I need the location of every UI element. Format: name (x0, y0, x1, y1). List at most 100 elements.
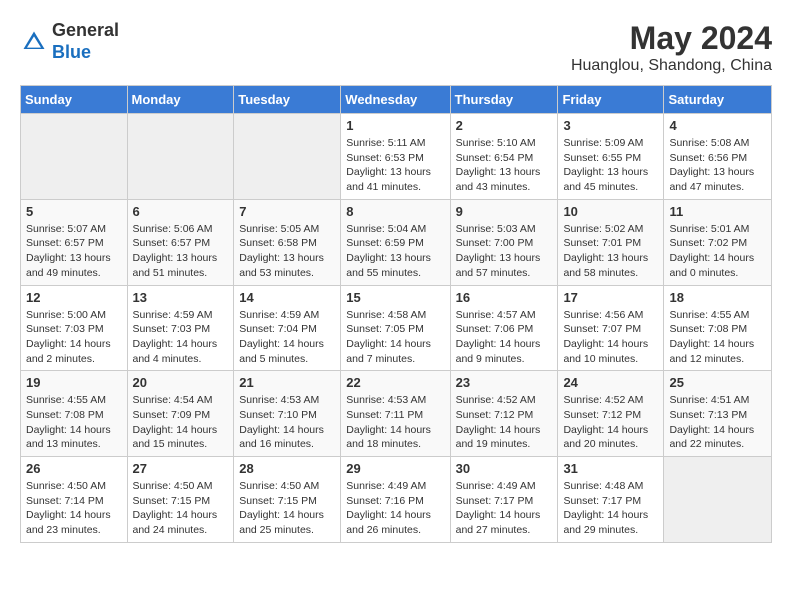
day-number: 2 (456, 118, 553, 133)
day-number: 22 (346, 375, 444, 390)
day-info: Sunrise: 4:53 AM Sunset: 7:11 PM Dayligh… (346, 393, 444, 452)
calendar-cell: 7 Sunrise: 5:05 AM Sunset: 6:58 PM Daylig… (234, 199, 341, 285)
day-info: Sunrise: 4:53 AM Sunset: 7:10 PM Dayligh… (239, 393, 335, 452)
day-number: 1 (346, 118, 444, 133)
logo-icon (20, 28, 48, 56)
day-info: Sunrise: 5:06 AM Sunset: 6:57 PM Dayligh… (133, 222, 229, 281)
calendar-cell: 1Sunrise: 5:11 AM Sunset: 6:53 PM Daylig… (341, 114, 450, 200)
calendar-table: SundayMondayTuesdayWednesdayThursdayFrid… (20, 85, 772, 543)
weekday-header-saturday: Saturday (664, 86, 772, 114)
calendar-cell: 14 Sunrise: 4:59 AM Sunset: 7:04 PM Dayli… (234, 285, 341, 371)
month-year: May 2024 (571, 20, 772, 57)
day-info: Sunrise: 5:08 AM Sunset: 6:56 PM Dayligh… (669, 136, 766, 195)
weekday-header-tuesday: Tuesday (234, 86, 341, 114)
calendar-cell: 19Sunrise: 4:55 AM Sunset: 7:08 PM Dayli… (21, 371, 128, 457)
calendar-cell: 31 Sunrise: 4:48 AM Sunset: 7:17 PM Dayli… (558, 457, 664, 543)
day-number: 9 (456, 204, 553, 219)
day-info: Sunrise: 5:05 AM Sunset: 6:58 PM Dayligh… (239, 222, 335, 281)
calendar-cell: 23 Sunrise: 4:52 AM Sunset: 7:12 PM Dayli… (450, 371, 558, 457)
logo-general-text: General (52, 20, 119, 40)
day-number: 19 (26, 375, 122, 390)
day-number: 20 (133, 375, 229, 390)
calendar-cell: 26 Sunrise: 4:50 AM Sunset: 7:14 PM Dayli… (21, 457, 128, 543)
calendar-header-row: SundayMondayTuesdayWednesdayThursdayFrid… (21, 86, 772, 114)
calendar-cell (127, 114, 234, 200)
day-number: 5 (26, 204, 122, 219)
calendar-cell: 29Sunrise: 4:49 AM Sunset: 7:16 PM Dayli… (341, 457, 450, 543)
calendar-cell: 9 Sunrise: 5:03 AM Sunset: 7:00 PM Daylig… (450, 199, 558, 285)
day-info: Sunrise: 4:49 AM Sunset: 7:17 PM Dayligh… (456, 479, 553, 538)
day-info: Sunrise: 4:51 AM Sunset: 7:13 PM Dayligh… (669, 393, 766, 452)
day-info: Sunrise: 5:02 AM Sunset: 7:01 PM Dayligh… (563, 222, 658, 281)
calendar-cell: 18 Sunrise: 4:55 AM Sunset: 7:08 PM Dayli… (664, 285, 772, 371)
calendar-cell: 27 Sunrise: 4:50 AM Sunset: 7:15 PM Dayli… (127, 457, 234, 543)
day-number: 30 (456, 461, 553, 476)
day-info: Sunrise: 4:54 AM Sunset: 7:09 PM Dayligh… (133, 393, 229, 452)
calendar-cell: 20 Sunrise: 4:54 AM Sunset: 7:09 PM Dayli… (127, 371, 234, 457)
day-number: 15 (346, 290, 444, 305)
day-info: Sunrise: 4:52 AM Sunset: 7:12 PM Dayligh… (456, 393, 553, 452)
day-info: Sunrise: 4:49 AM Sunset: 7:16 PM Dayligh… (346, 479, 444, 538)
day-number: 31 (563, 461, 658, 476)
day-info: Sunrise: 4:59 AM Sunset: 7:04 PM Dayligh… (239, 308, 335, 367)
day-number: 17 (563, 290, 658, 305)
day-info: Sunrise: 5:04 AM Sunset: 6:59 PM Dayligh… (346, 222, 444, 281)
calendar-week-row: 5 Sunrise: 5:07 AM Sunset: 6:57 PM Daylig… (21, 199, 772, 285)
day-info: Sunrise: 4:55 AM Sunset: 7:08 PM Dayligh… (669, 308, 766, 367)
day-info: Sunrise: 5:09 AM Sunset: 6:55 PM Dayligh… (563, 136, 658, 195)
day-info: Sunrise: 5:01 AM Sunset: 7:02 PM Dayligh… (669, 222, 766, 281)
day-info: Sunrise: 5:00 AM Sunset: 7:03 PM Dayligh… (26, 308, 122, 367)
calendar-cell: 10 Sunrise: 5:02 AM Sunset: 7:01 PM Dayli… (558, 199, 664, 285)
calendar-week-row: 26 Sunrise: 4:50 AM Sunset: 7:14 PM Dayli… (21, 457, 772, 543)
day-info: Sunrise: 4:57 AM Sunset: 7:06 PM Dayligh… (456, 308, 553, 367)
calendar-cell: 13 Sunrise: 4:59 AM Sunset: 7:03 PM Dayli… (127, 285, 234, 371)
weekday-header-sunday: Sunday (21, 86, 128, 114)
calendar-week-row: 19Sunrise: 4:55 AM Sunset: 7:08 PM Dayli… (21, 371, 772, 457)
calendar-cell: 11 Sunrise: 5:01 AM Sunset: 7:02 PM Dayli… (664, 199, 772, 285)
day-number: 3 (563, 118, 658, 133)
day-number: 8 (346, 204, 444, 219)
calendar-cell: 25Sunrise: 4:51 AM Sunset: 7:13 PM Dayli… (664, 371, 772, 457)
day-number: 4 (669, 118, 766, 133)
day-number: 11 (669, 204, 766, 219)
day-info: Sunrise: 4:59 AM Sunset: 7:03 PM Dayligh… (133, 308, 229, 367)
calendar-cell: 15Sunrise: 4:58 AM Sunset: 7:05 PM Dayli… (341, 285, 450, 371)
day-number: 24 (563, 375, 658, 390)
page-header: General Blue May 2024 Huanglou, Shandong… (20, 20, 772, 75)
calendar-cell: 24 Sunrise: 4:52 AM Sunset: 7:12 PM Dayli… (558, 371, 664, 457)
day-info: Sunrise: 5:03 AM Sunset: 7:00 PM Dayligh… (456, 222, 553, 281)
day-info: Sunrise: 4:48 AM Sunset: 7:17 PM Dayligh… (563, 479, 658, 538)
day-info: Sunrise: 4:50 AM Sunset: 7:14 PM Dayligh… (26, 479, 122, 538)
logo-blue-text: Blue (52, 42, 91, 62)
day-number: 26 (26, 461, 122, 476)
calendar-cell (664, 457, 772, 543)
day-info: Sunrise: 5:10 AM Sunset: 6:54 PM Dayligh… (456, 136, 553, 195)
logo: General Blue (20, 20, 119, 63)
calendar-cell: 6 Sunrise: 5:06 AM Sunset: 6:57 PM Daylig… (127, 199, 234, 285)
day-number: 6 (133, 204, 229, 219)
title-block: May 2024 Huanglou, Shandong, China (571, 20, 772, 75)
day-number: 16 (456, 290, 553, 305)
day-info: Sunrise: 4:52 AM Sunset: 7:12 PM Dayligh… (563, 393, 658, 452)
weekday-header-monday: Monday (127, 86, 234, 114)
calendar-cell: 17 Sunrise: 4:56 AM Sunset: 7:07 PM Dayli… (558, 285, 664, 371)
day-number: 14 (239, 290, 335, 305)
day-number: 7 (239, 204, 335, 219)
calendar-week-row: 1Sunrise: 5:11 AM Sunset: 6:53 PM Daylig… (21, 114, 772, 200)
calendar-cell: 30 Sunrise: 4:49 AM Sunset: 7:17 PM Dayli… (450, 457, 558, 543)
day-number: 21 (239, 375, 335, 390)
calendar-cell: 12 Sunrise: 5:00 AM Sunset: 7:03 PM Dayli… (21, 285, 128, 371)
calendar-cell (234, 114, 341, 200)
day-info: Sunrise: 5:07 AM Sunset: 6:57 PM Dayligh… (26, 222, 122, 281)
day-number: 13 (133, 290, 229, 305)
calendar-cell: 2 Sunrise: 5:10 AM Sunset: 6:54 PM Daylig… (450, 114, 558, 200)
calendar-cell: 5 Sunrise: 5:07 AM Sunset: 6:57 PM Daylig… (21, 199, 128, 285)
day-number: 10 (563, 204, 658, 219)
day-info: Sunrise: 4:50 AM Sunset: 7:15 PM Dayligh… (133, 479, 229, 538)
day-number: 23 (456, 375, 553, 390)
day-number: 12 (26, 290, 122, 305)
day-number: 27 (133, 461, 229, 476)
day-number: 18 (669, 290, 766, 305)
day-info: Sunrise: 4:56 AM Sunset: 7:07 PM Dayligh… (563, 308, 658, 367)
weekday-header-friday: Friday (558, 86, 664, 114)
